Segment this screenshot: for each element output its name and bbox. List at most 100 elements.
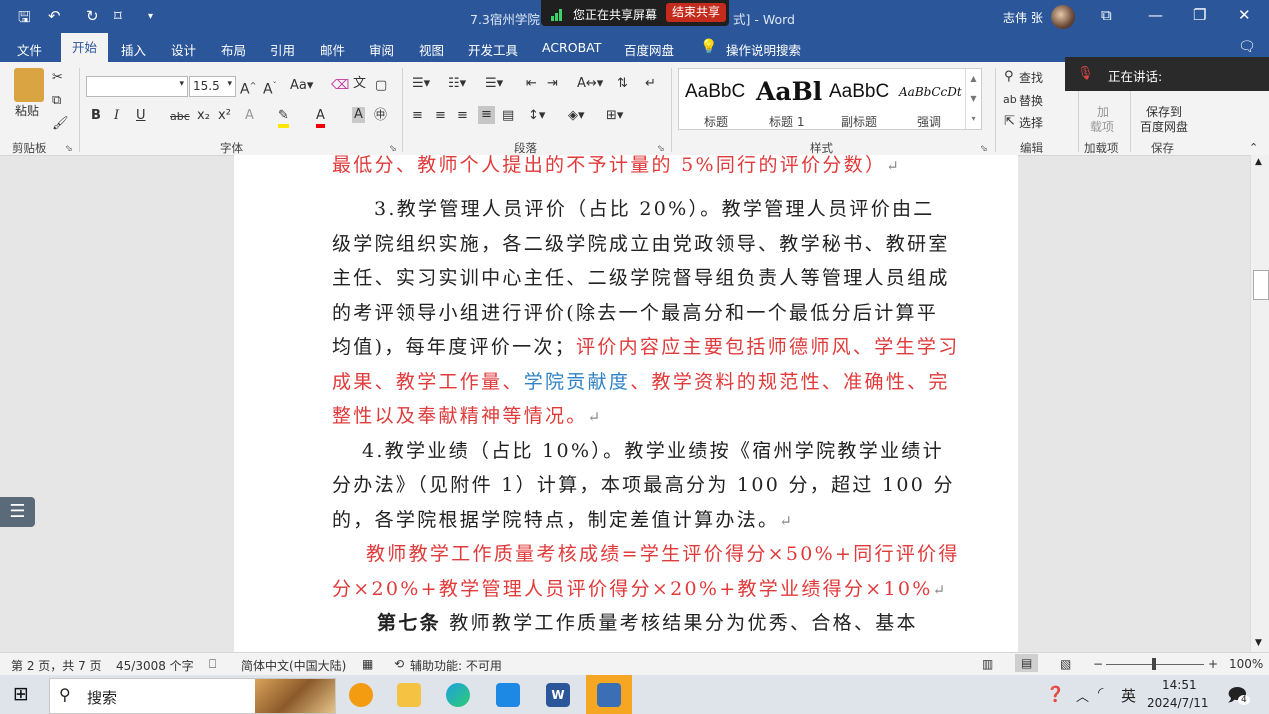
- tab-mailings[interactable]: 邮件: [320, 40, 345, 59]
- cut-icon[interactable]: ✂: [52, 70, 63, 86]
- select-button[interactable]: 选择: [1019, 114, 1043, 131]
- search-app-icon[interactable]: [349, 683, 373, 707]
- shading-icon[interactable]: ◈▾: [568, 108, 585, 124]
- clock-time[interactable]: 14:51: [1162, 678, 1197, 692]
- redo-icon[interactable]: ↻: [86, 7, 99, 25]
- paste-icon[interactable]: [14, 68, 44, 102]
- help-icon[interactable]: ❓: [1046, 685, 1065, 703]
- dialog-launcher-icon[interactable]: ⬂: [65, 141, 73, 157]
- format-painter-icon[interactable]: 🖌: [52, 116, 69, 132]
- line-spacing-icon[interactable]: ↕▾: [528, 108, 545, 124]
- grow-font-icon[interactable]: A^: [240, 78, 256, 98]
- change-case-button[interactable]: Aa▾: [290, 78, 313, 94]
- wifi-icon[interactable]: ◜: [1098, 685, 1103, 701]
- edge-icon[interactable]: [446, 683, 470, 707]
- touch-mode-icon[interactable]: ⌑: [114, 7, 122, 25]
- underline-icon[interactable]: U: [136, 108, 146, 124]
- subscript-icon[interactable]: x₂: [197, 108, 210, 124]
- align-left-icon[interactable]: ≡: [412, 108, 423, 124]
- numbering-icon[interactable]: ☷▾: [448, 76, 466, 92]
- language[interactable]: 简体中文(中国大陆): [241, 657, 346, 674]
- align-center-icon[interactable]: ≡: [435, 108, 446, 124]
- word-icon[interactable]: W: [546, 683, 570, 707]
- tab-insert[interactable]: 插入: [121, 40, 146, 59]
- avatar[interactable]: [1051, 5, 1075, 29]
- navigation-pane-button[interactable]: ☰: [0, 497, 35, 527]
- document-page[interactable]: 最低分、教师个人提出的不予计量的 5%同行的评价分数）↵ 3.教学管理人员评价（…: [234, 155, 1018, 652]
- shrink-font-icon[interactable]: Aˇ: [263, 78, 277, 98]
- page-count[interactable]: 第 2 页，共 7 页: [11, 657, 102, 674]
- copy-icon[interactable]: ⧉: [52, 93, 61, 109]
- accessibility-status[interactable]: 辅助功能: 不可用: [410, 657, 502, 674]
- enclose-characters-icon[interactable]: ㊥: [374, 108, 387, 124]
- vertical-scrollbar[interactable]: ▲ ▼: [1250, 155, 1269, 652]
- tab-baidu[interactable]: 百度网盘: [624, 40, 674, 59]
- clock-date[interactable]: 2024/7/11: [1147, 696, 1209, 710]
- styles-scroll[interactable]: ▲ ▼ ▾: [965, 69, 981, 129]
- scrollbar-thumb[interactable]: [1253, 270, 1269, 300]
- tab-developer[interactable]: 开发工具: [468, 40, 518, 59]
- proofing-icon[interactable]: ⎕: [209, 657, 216, 672]
- meeting-app-active[interactable]: [586, 675, 632, 714]
- restore-icon[interactable]: ❐: [1193, 6, 1206, 24]
- tab-design[interactable]: 设计: [171, 40, 196, 59]
- style-name-subtitle[interactable]: 副标题: [841, 113, 877, 130]
- stop-share-button[interactable]: 结束共享: [666, 3, 727, 22]
- zoom-slider-thumb[interactable]: [1152, 658, 1156, 670]
- ime-indicator[interactable]: 英: [1121, 685, 1136, 706]
- highlight-icon[interactable]: ✎: [278, 108, 289, 128]
- distributed-icon[interactable]: ▤: [502, 108, 514, 124]
- phonetic-guide-icon[interactable]: 文: [353, 76, 366, 92]
- print-layout-icon[interactable]: ▤: [1015, 654, 1039, 672]
- scroll-up-icon[interactable]: ▲: [1255, 157, 1262, 167]
- style-sample-heading1[interactable]: AaBl: [756, 77, 822, 106]
- close-icon[interactable]: ✕: [1238, 6, 1251, 24]
- chevron-up-icon[interactable]: ︿: [1076, 686, 1089, 705]
- user-name[interactable]: 志伟 张: [1003, 9, 1043, 26]
- save-baidu-line2[interactable]: 百度网盘: [1140, 118, 1188, 135]
- paste-button[interactable]: 粘贴: [15, 102, 39, 119]
- character-border-icon[interactable]: ▢: [375, 78, 387, 94]
- style-sample-title[interactable]: AaBbC: [685, 81, 745, 103]
- font-name-box[interactable]: ▾: [86, 76, 188, 97]
- save-icon[interactable]: 🖫: [18, 7, 31, 32]
- tab-acrobat[interactable]: ACROBAT: [542, 40, 601, 55]
- scroll-down-icon[interactable]: ▼: [1255, 638, 1262, 648]
- web-layout-icon[interactable]: ▧: [1060, 657, 1071, 671]
- tab-layout[interactable]: 布局: [221, 40, 246, 59]
- file-explorer-icon[interactable]: [397, 683, 421, 707]
- increase-indent-icon[interactable]: ⇥: [547, 76, 558, 92]
- collapse-ribbon-icon[interactable]: ⌃: [1249, 140, 1258, 156]
- character-shading-icon[interactable]: A: [352, 107, 365, 123]
- word-count[interactable]: 45/3008 个字: [116, 657, 194, 674]
- style-name-emphasis[interactable]: 强调: [917, 113, 941, 130]
- find-button[interactable]: 查找: [1019, 69, 1043, 86]
- photos-icon[interactable]: [496, 683, 520, 707]
- windows-start-icon[interactable]: ⊞: [13, 683, 29, 705]
- multilevel-list-icon[interactable]: ☰▾: [485, 76, 503, 92]
- superscript-icon[interactable]: x²: [218, 108, 231, 124]
- undo-icon[interactable]: ↶: [48, 7, 61, 25]
- tab-home[interactable]: 开始: [61, 33, 109, 62]
- read-mode-icon[interactable]: ▥: [982, 657, 993, 671]
- bullets-icon[interactable]: ☰▾: [412, 76, 430, 92]
- strikethrough-icon[interactable]: abc: [170, 109, 190, 125]
- justify-icon[interactable]: ≡: [478, 106, 495, 124]
- addins-button-line2[interactable]: 载项: [1090, 118, 1114, 135]
- tab-review[interactable]: 审阅: [369, 40, 394, 59]
- minimize-icon[interactable]: —: [1148, 6, 1163, 24]
- zoom-level[interactable]: 100%: [1229, 657, 1263, 671]
- bold-icon[interactable]: B: [91, 108, 101, 124]
- style-name-heading1[interactable]: 标题 1: [769, 113, 804, 130]
- borders-icon[interactable]: ⊞▾: [606, 108, 623, 124]
- text-effects-icon[interactable]: A: [245, 108, 254, 124]
- ribbon-display-icon[interactable]: ⧉: [1101, 6, 1112, 24]
- replace-button[interactable]: 替换: [1019, 92, 1043, 109]
- style-name-title[interactable]: 标题: [704, 113, 728, 130]
- style-sample-subtitle[interactable]: AaBbC: [829, 81, 889, 103]
- macro-icon[interactable]: ▦: [362, 657, 373, 671]
- tab-file[interactable]: 文件: [17, 40, 42, 59]
- tab-view[interactable]: 视图: [419, 40, 444, 59]
- clear-formatting-icon[interactable]: ⌫: [331, 78, 349, 94]
- align-right-icon[interactable]: ≡: [457, 108, 468, 124]
